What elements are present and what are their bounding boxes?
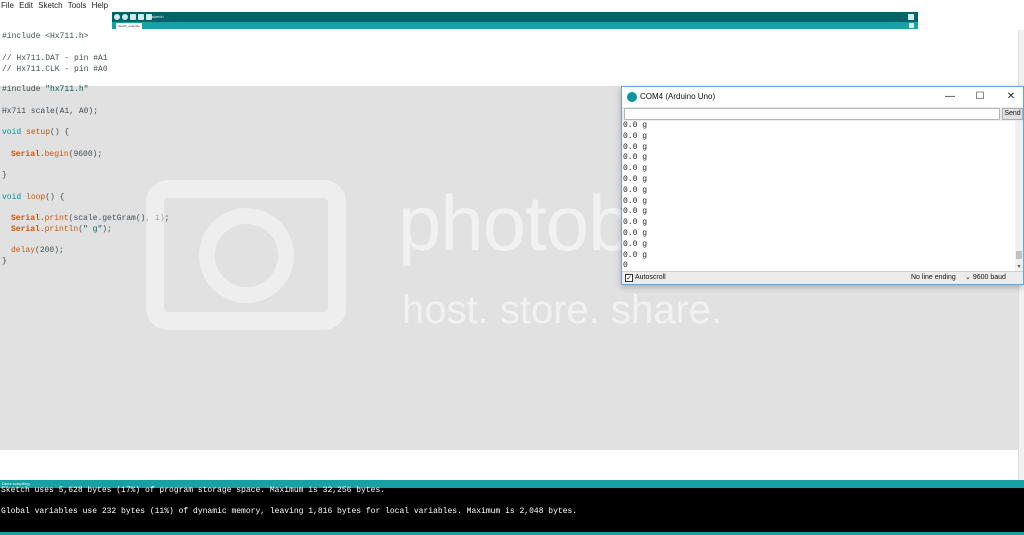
baud-rate-select[interactable]: ⌄ 9600 baud [965, 272, 1006, 284]
serial-monitor-titlebar[interactable]: COM4 (Arduino Uno) — ☐ ✕ [622, 87, 1023, 107]
serial-scrollbar[interactable]: ▾ [1015, 121, 1023, 271]
serial-output: 0.0 g 0.0 g 0.0 g 0.0 g 0.0 g 0.0 g 0.0 … [622, 121, 1015, 271]
new-icon[interactable] [130, 14, 136, 20]
upload-icon[interactable] [122, 14, 128, 20]
code-line: Serial.begin(9600); [11, 150, 103, 159]
console-line: Sketch uses 5,628 bytes (17%) of program… [1, 486, 386, 495]
autoscroll-label: Autoscroll [635, 274, 666, 281]
code-line: delay(200); [11, 246, 64, 255]
serial-output-line: 0.0 g [623, 131, 648, 141]
console-line: Global variables use 232 bytes (11%) of … [1, 507, 578, 516]
serial-output-line: 0.0 g [623, 250, 648, 260]
serial-monitor-icon[interactable] [908, 14, 914, 20]
serial-output-line: 0.0 g [623, 153, 648, 163]
menu-file[interactable]: File [1, 1, 14, 10]
menu-help[interactable]: Help [92, 1, 108, 10]
serial-output-line: 0.0 g [623, 121, 648, 130]
serial-output-line: 0.0 g [623, 164, 648, 174]
editor-bottom [0, 450, 1018, 480]
ide-toolbar: sketch [112, 12, 918, 22]
code-line: } [2, 171, 7, 180]
serial-output-line: 0.0 g [623, 142, 648, 152]
verify-icon[interactable] [114, 14, 120, 20]
code-line: #include "hx711.h" [2, 85, 89, 94]
open-icon[interactable] [138, 14, 144, 20]
serial-output-line: 0.0 g [623, 218, 648, 228]
watermark-lens-icon [199, 208, 294, 303]
send-button[interactable]: Send [1002, 108, 1023, 120]
scrollbar-thumb[interactable] [1016, 251, 1022, 259]
serial-input[interactable] [624, 108, 1000, 120]
serial-output-line: 0.0 g [623, 207, 648, 217]
menu-sketch[interactable]: Sketch [38, 1, 62, 10]
line-ending-select[interactable]: No line ending [911, 272, 956, 284]
autoscroll-checkbox[interactable]: ✓ [625, 274, 633, 282]
code-line: #include <Hx711.h> [2, 32, 89, 41]
chevron-down-icon: ⌄ [965, 274, 973, 281]
code-line: void setup() { [2, 128, 70, 137]
ide-tab-bar: sketch_example [112, 22, 918, 29]
code-line: Hx711 scale(A1, A0); [2, 107, 99, 116]
code-line: // Hx711.DAT - pin #A1 [2, 54, 108, 63]
maximize-button[interactable]: ☐ [969, 89, 991, 105]
arduino-icon [627, 92, 637, 102]
watermark-tagline: host. store. share. [402, 288, 723, 332]
sketch-tab[interactable]: sketch_example [116, 23, 142, 29]
menu-edit[interactable]: Edit [19, 1, 33, 10]
serial-monitor-title: COM4 (Arduino Uno) [640, 92, 716, 101]
code-line: void loop() { [2, 193, 65, 202]
serial-monitor-window: COM4 (Arduino Uno) — ☐ ✕ Send 0.0 g 0.0 … [621, 86, 1024, 285]
scroll-down-icon[interactable]: ▾ [1015, 263, 1023, 271]
code-line: } [2, 257, 7, 266]
code-line: // Hx711.CLK - pin #A0 [2, 65, 108, 74]
serial-output-line: 0.0 g [623, 185, 648, 195]
send-row: Send [622, 107, 1023, 121]
console-output: Sketch uses 5,628 bytes (17%) of program… [0, 486, 1024, 532]
serial-output-line: 0.0 g [623, 196, 648, 206]
serial-output-line: 0.0 g [623, 229, 648, 238]
serial-footer: ✓ Autoscroll No line ending ⌄ 9600 baud [622, 271, 1023, 284]
close-button[interactable]: ✕ [1000, 89, 1022, 105]
serial-output-line: 0.0 g [623, 175, 648, 184]
code-line: Serial.println(" g"); [11, 225, 112, 234]
serial-output-line: 0.0 g [623, 239, 648, 249]
serial-output-line: 0 [623, 261, 628, 271]
editor-header[interactable]: #include <Hx711.h> // Hx711.DAT - pin #A… [0, 30, 1018, 86]
toolbar-title: sketch [152, 14, 164, 19]
menu-bar: File Edit Sketch Tools Help [0, 0, 1024, 12]
minimize-button[interactable]: — [939, 89, 961, 105]
menu-tools[interactable]: Tools [68, 1, 87, 10]
tab-menu-icon[interactable] [909, 23, 914, 28]
